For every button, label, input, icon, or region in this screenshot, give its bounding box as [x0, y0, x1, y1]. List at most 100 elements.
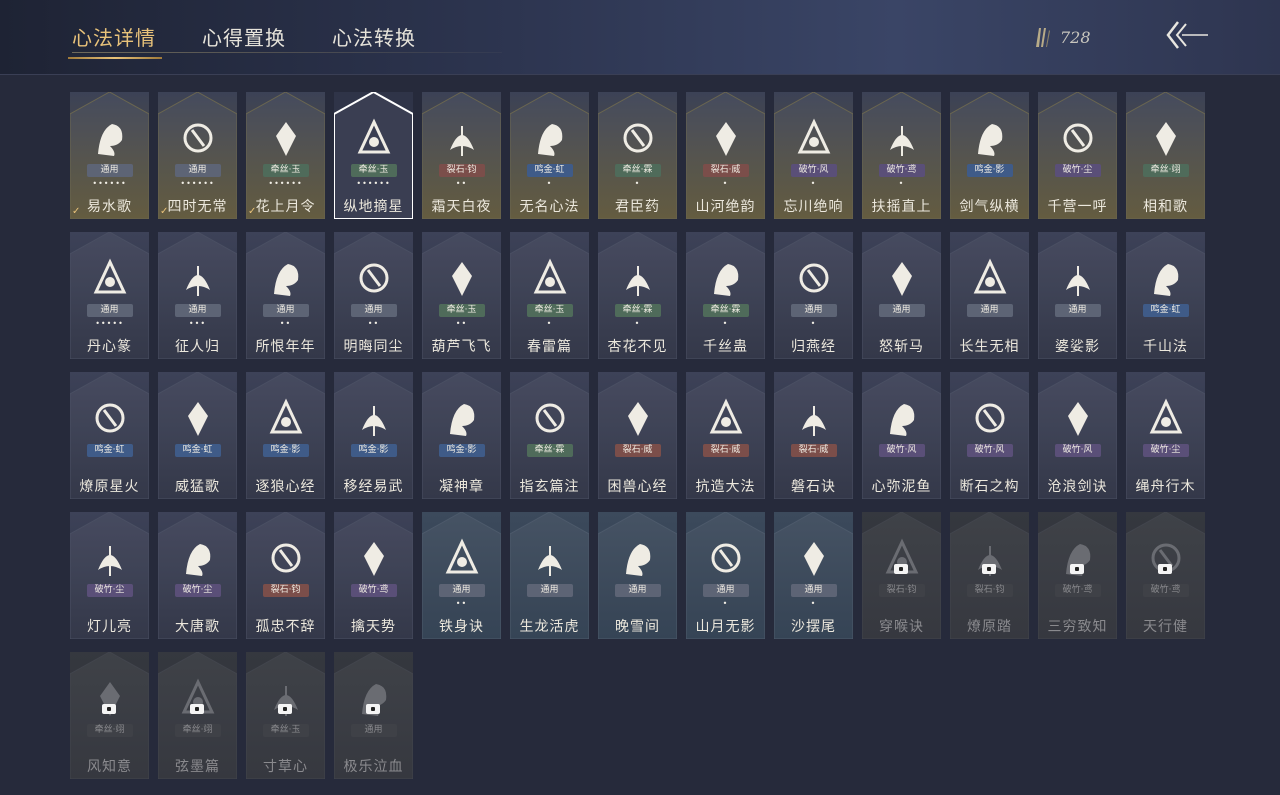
heart-method-card[interactable]: 牵丝·翊 风知意	[70, 652, 149, 779]
heart-method-card[interactable]: 通用 ••• 征人归	[158, 232, 237, 359]
card-level-dots	[686, 460, 765, 468]
heart-method-card[interactable]: 破竹·尘 灯儿亮	[70, 512, 149, 639]
heart-method-card[interactable]: 破竹·风 沧浪剑诀	[1038, 372, 1117, 499]
card-name: 天行健	[1143, 619, 1188, 635]
lock-icon	[190, 704, 204, 714]
branch-icon	[183, 123, 213, 153]
heart-method-card[interactable]: 牵丝·翊 弦墨篇	[158, 652, 237, 779]
card-level-dots	[1126, 180, 1205, 188]
heart-method-card[interactable]: 破竹·鸢 • 扶摇直上	[862, 92, 941, 219]
runner-icon	[538, 546, 562, 576]
card-name: 相和歌	[1143, 199, 1188, 215]
heart-method-card[interactable]: 通用 • 沙摆尾	[774, 512, 853, 639]
card-school-tag: 通用	[878, 304, 925, 317]
card-school-tag: 裂石·钧	[878, 584, 925, 597]
heart-method-card[interactable]: 通用 •••••• 四时无常 ✓	[158, 92, 237, 219]
heart-method-card[interactable]: 裂石·威 困兽心经	[598, 372, 677, 499]
heart-method-card[interactable]: 裂石·钧穿喉诀	[862, 512, 941, 639]
chain-beast-icon	[364, 542, 384, 576]
heart-method-card[interactable]: 鸣金·影 逐狼心经	[246, 372, 325, 499]
card-school-tag: 鸣金·虹	[1142, 304, 1189, 317]
roots-icon	[1149, 398, 1183, 434]
heart-method-card[interactable]: 通用 •••••• 易水歌 ✓	[70, 92, 149, 219]
heart-method-card[interactable]: 鸣金·虹 • 无名心法	[510, 92, 589, 219]
card-name: 穿喉诀	[879, 619, 924, 635]
wave-icon	[804, 542, 824, 576]
card-name: 杏花不见	[607, 339, 668, 355]
heart-method-card[interactable]: 破竹·风 心弥泥鱼	[862, 372, 941, 499]
heart-method-card[interactable]: 破竹·风 • 忘川绝响	[774, 92, 853, 219]
medicine-icon	[623, 123, 653, 153]
heart-method-card[interactable]: 破竹·风 断石之构	[950, 372, 1029, 499]
heart-method-card[interactable]: 通用 晚雪间	[598, 512, 677, 639]
heart-method-card[interactable]: 牵丝·玉 • 春雷篇	[510, 232, 589, 359]
card-name: 山月无影	[695, 619, 756, 635]
mask-icon	[797, 118, 831, 154]
card-school-tag: 破竹·尘	[1142, 444, 1189, 457]
card-level-dots	[862, 460, 941, 468]
card-level-dots: ••	[455, 319, 468, 328]
card-name: 逐狼心经	[255, 479, 316, 495]
card-level-dots	[862, 320, 941, 328]
heart-method-card[interactable]: 通用 长生无相	[950, 232, 1029, 359]
card-level-dots: •	[810, 599, 817, 608]
heart-method-card[interactable]: 牵丝·玉 •• 葫芦飞飞	[422, 232, 501, 359]
lock-icon	[366, 704, 380, 714]
card-name: 千丝蛊	[703, 339, 748, 355]
card-name: 断石之构	[959, 479, 1020, 495]
heart-method-card[interactable]: 牵丝·玉 •••••• 纵地摘星	[334, 92, 413, 219]
card-school-tag: 牵丝·翊	[86, 724, 133, 737]
heart-method-card[interactable]: 裂石·威 抗造大法	[686, 372, 765, 499]
card-level-dots: ••	[367, 319, 380, 328]
strongman-icon	[445, 538, 479, 574]
heart-method-card[interactable]: 破竹·鸢 擒天势	[334, 512, 413, 639]
hat-sword-icon	[271, 543, 301, 573]
card-level-dots: ••	[279, 319, 292, 328]
heart-method-card[interactable]: 裂石·威 • 山河绝韵	[686, 92, 765, 219]
card-level-dots	[334, 460, 413, 468]
heart-method-card[interactable]: 通用 •• 所恨年年	[246, 232, 325, 359]
card-level-dots	[1038, 320, 1117, 328]
heart-method-card[interactable]: 牵丝·霖 指玄篇注	[510, 372, 589, 499]
card-name: 归燕经	[791, 339, 836, 355]
heart-method-card[interactable]: 裂石·钧 •• 霜天白夜	[422, 92, 501, 219]
card-name: 绳舟行木	[1135, 479, 1196, 495]
heart-method-card[interactable]: 鸣金·影 移经易武	[334, 372, 413, 499]
heart-method-card[interactable]: 牵丝·霖 • 千丝蛊	[686, 232, 765, 359]
card-name: 怒斩马	[879, 339, 924, 355]
heart-method-card[interactable]: 裂石·威 磐石诀	[774, 372, 853, 499]
heart-method-card[interactable]: 通用 ••••• 丹心篆	[70, 232, 149, 359]
heart-method-card[interactable]: 鸣金·虹 威猛歌	[158, 372, 237, 499]
heart-method-card[interactable]: 破竹·鸢 三穷致知	[1038, 512, 1117, 639]
heart-method-card[interactable]: 通用 怒斩马	[862, 232, 941, 359]
heart-method-card[interactable]: 牵丝·玉 •••••• 花上月令 ✓	[246, 92, 325, 219]
card-school-tag: 牵丝·霖	[526, 444, 573, 457]
heart-method-card[interactable]: 鸣金·虹 千山法	[1126, 232, 1205, 359]
heart-method-card[interactable]: 破竹·尘绳舟行木	[1126, 372, 1205, 499]
swallow-icon	[799, 263, 829, 293]
heart-method-card[interactable]: 牵丝·玉 寸草心	[246, 652, 325, 779]
heart-method-card[interactable]: 牵丝·翊 相和歌	[1126, 92, 1205, 219]
heart-method-card[interactable]: 牵丝·霖 • 杏花不见	[598, 232, 677, 359]
heart-method-card[interactable]: 通用 极乐泣血	[334, 652, 413, 779]
back-button[interactable]	[1166, 18, 1210, 52]
heart-method-card[interactable]: 通用 •• 明晦同尘	[334, 232, 413, 359]
heart-method-card[interactable]: 牵丝·霖 • 君臣药	[598, 92, 677, 219]
heart-method-card[interactable]: 鸣金·影 凝神章	[422, 372, 501, 499]
heart-method-card[interactable]: 裂石·钧 燎原踏	[950, 512, 1029, 639]
equipped-check-icon: ✓	[160, 206, 169, 217]
heart-method-card[interactable]: 鸣金·影 剑气纵横	[950, 92, 1029, 219]
heart-method-card[interactable]: 通用 生龙活虎	[510, 512, 589, 639]
heart-method-card[interactable]: 破竹·鸢 天行健	[1126, 512, 1205, 639]
heart-method-card[interactable]: 通用 • 归燕经	[774, 232, 853, 359]
heart-method-card[interactable]: 通用 婆娑影	[1038, 232, 1117, 359]
heart-method-card[interactable]: 裂石·钧 孤忠不辞	[246, 512, 325, 639]
heart-method-card[interactable]: 通用 • 山月无影	[686, 512, 765, 639]
heart-method-card[interactable]: 鸣金·虹 燎原星火	[70, 372, 149, 499]
heart-method-card[interactable]: 破竹·尘 千营一呼	[1038, 92, 1117, 219]
heart-method-card[interactable]: 通用 •• 铁身诀	[422, 512, 501, 639]
card-school-tag: 牵丝·玉	[262, 164, 309, 177]
heart-method-card[interactable]: 破竹·尘 大唐歌	[158, 512, 237, 639]
card-level-dots	[1126, 320, 1205, 328]
card-school-tag: 牵丝·玉	[526, 304, 573, 317]
